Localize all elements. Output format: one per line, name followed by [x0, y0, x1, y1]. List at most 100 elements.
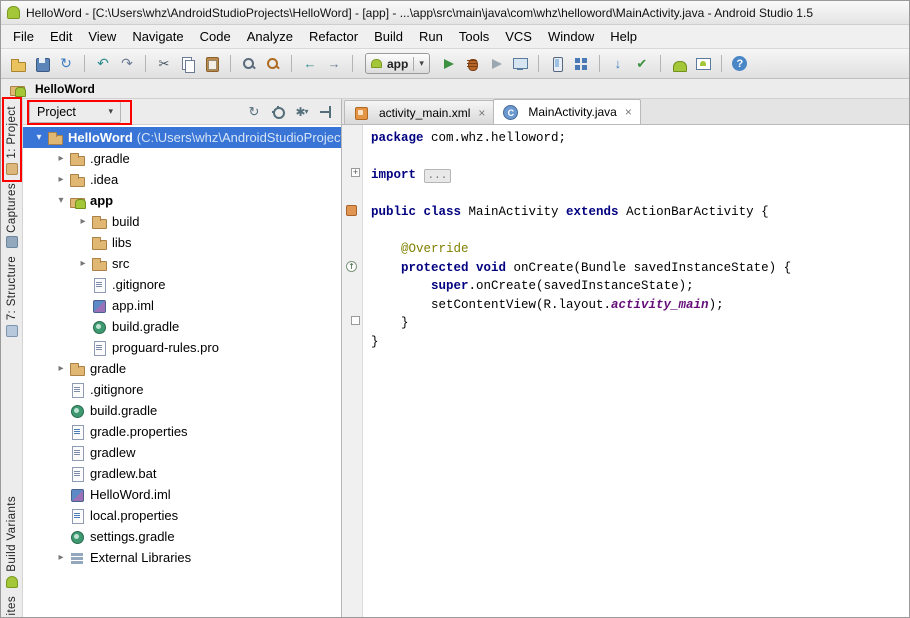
tree-item-proguard-rules-pro[interactable]: proguard-rules.pro — [23, 337, 341, 358]
menu-file[interactable]: File — [5, 27, 42, 46]
locate-icon[interactable] — [269, 102, 287, 121]
tree-item--gradle[interactable]: ▸ .gradle — [23, 148, 341, 169]
tree-item-app[interactable]: ▾ app — [23, 190, 341, 211]
project-panel-toolbar: ↻ ✱ ▾ — [245, 102, 335, 121]
close-icon[interactable]: × — [625, 105, 632, 119]
text-file-icon — [91, 340, 107, 356]
save-button[interactable] — [31, 53, 53, 75]
tree-item-settings-gradle[interactable]: settings.gradle — [23, 526, 341, 547]
main-area: 1: Project Captures 7: Structure Build Vari… — [1, 99, 909, 617]
copy-button[interactable] — [177, 53, 199, 75]
tree-item--gitignore[interactable]: .gitignore — [23, 379, 341, 400]
project-view-dropdown[interactable]: Project ▾ — [29, 100, 121, 123]
collapsed-arrow-icon[interactable]: ▸ — [75, 258, 91, 269]
menu-build[interactable]: Build — [366, 27, 411, 46]
tree-item-app-iml[interactable]: app.iml — [23, 295, 341, 316]
undo-button[interactable]: ↶ — [92, 53, 114, 75]
redo-button[interactable]: ↷ — [116, 53, 138, 75]
tree-item-gradlew-bat[interactable]: gradlew.bat — [23, 463, 341, 484]
coverage-icon — [487, 55, 505, 73]
fold-end-icon[interactable] — [351, 316, 360, 325]
run-configuration-dropdown[interactable]: app ▾ — [365, 53, 430, 74]
tree-item-gradlew[interactable]: gradlew — [23, 442, 341, 463]
text-file-icon — [69, 466, 85, 482]
override-icon[interactable]: ↑ — [346, 260, 357, 272]
tree-item-gradle[interactable]: ▸ gradle — [23, 358, 341, 379]
tree-item-local-properties[interactable]: local.properties — [23, 505, 341, 526]
marker-icon[interactable] — [346, 205, 357, 216]
menu-view[interactable]: View — [80, 27, 124, 46]
tree-item-build-gradle[interactable]: build.gradle — [23, 400, 341, 421]
collapsed-arrow-icon[interactable]: ▸ — [53, 552, 69, 563]
tree-item--gitignore[interactable]: .gitignore — [23, 274, 341, 295]
code-editor[interactable]: package com.whz.helloword; import ... pu… — [363, 125, 909, 617]
vcs-commit-button[interactable]: ✔ — [631, 53, 653, 75]
collapsed-arrow-icon[interactable]: ▸ — [53, 153, 69, 164]
tree-item-label: .gradle — [90, 151, 130, 166]
avd-manager-button[interactable] — [546, 53, 568, 75]
menu-analyze[interactable]: Analyze — [239, 27, 301, 46]
open-button[interactable] — [7, 53, 29, 75]
tree-item-build-gradle[interactable]: build.gradle — [23, 316, 341, 337]
find-button[interactable] — [238, 53, 260, 75]
menu-tools[interactable]: Tools — [451, 27, 497, 46]
chevron-down-icon: ▾ — [108, 106, 113, 116]
coverage-button[interactable] — [485, 53, 507, 75]
collapsed-arrow-icon[interactable]: ▸ — [75, 216, 91, 227]
replace-button[interactable] — [262, 53, 284, 75]
tree-item-helloword[interactable]: ▾ HelloWord (C:\Users\whz\AndroidStudioPr… — [23, 127, 341, 148]
code-line: setContentView(R.layout.activity_main); — [371, 297, 724, 312]
menu-refactor[interactable]: Refactor — [301, 27, 366, 46]
menu-run[interactable]: Run — [411, 27, 451, 46]
android-icon — [371, 59, 382, 68]
tool-button-structure[interactable]: 7: Structure — [5, 256, 18, 337]
breadcrumb[interactable]: HelloWord — [35, 82, 95, 96]
hide-icon[interactable] — [317, 103, 335, 121]
vcs-update-button[interactable]: ↓ — [607, 53, 629, 75]
back-button[interactable]: ← — [299, 53, 321, 75]
collapsed-arrow-icon[interactable]: ▸ — [53, 174, 69, 185]
run-button[interactable] — [437, 53, 459, 75]
menu-help[interactable]: Help — [602, 27, 645, 46]
tab-mainactivity-java[interactable]: MainActivity.java × — [493, 99, 641, 124]
settings-icon[interactable]: ✱ ▾ — [293, 103, 311, 121]
gradle-sync-button[interactable] — [668, 53, 690, 75]
tool-button-favorites[interactable]: ites — [6, 596, 18, 616]
expanded-arrow-icon[interactable]: ▾ — [53, 195, 69, 206]
tree-item-gradle-properties[interactable]: gradle.properties — [23, 421, 341, 442]
tool-button-build-variants[interactable]: Build Variants — [5, 496, 18, 588]
sdk-manager-button[interactable] — [570, 53, 592, 75]
menu-edit[interactable]: Edit — [42, 27, 80, 46]
collapsed-arrow-icon[interactable]: ▸ — [53, 363, 69, 374]
tab-activity-main-xml[interactable]: activity_main.xml × — [344, 100, 495, 124]
expanded-arrow-icon[interactable]: ▾ — [31, 132, 47, 143]
tree-item-src[interactable]: ▸ src — [23, 253, 341, 274]
help-button[interactable]: ? — [729, 53, 751, 75]
tool-button-captures[interactable]: Captures — [5, 183, 18, 249]
tree-item-label: libs — [112, 235, 132, 250]
iml-file-icon — [69, 487, 85, 503]
tree-item-helloword-iml[interactable]: HelloWord.iml — [23, 484, 341, 505]
cut-button[interactable]: ✂ — [153, 53, 175, 75]
tree-item-libs[interactable]: libs — [23, 232, 341, 253]
tool-button-project[interactable]: 1: Project — [5, 106, 18, 175]
android-studio-window: HelloWord - [C:\Users\whz\AndroidStudioP… — [0, 0, 910, 618]
menu-navigate[interactable]: Navigate — [124, 27, 191, 46]
forward-button[interactable]: → — [323, 53, 345, 75]
menu-vcs[interactable]: VCS — [497, 27, 540, 46]
title-bar: HelloWord - [C:\Users\whz\AndroidStudioP… — [1, 1, 909, 25]
tree-item-build[interactable]: ▸ build — [23, 211, 341, 232]
device-monitor-button[interactable] — [692, 53, 714, 75]
menu-window[interactable]: Window — [540, 27, 602, 46]
tree-item-path: (C:\Users\whz\AndroidStudioProjects\Hell… — [136, 130, 341, 145]
tree-item--idea[interactable]: ▸ .idea — [23, 169, 341, 190]
refresh-icon[interactable]: ↻ — [245, 103, 263, 121]
tree-item-external-libraries[interactable]: ▸ External Libraries — [23, 547, 341, 568]
paste-button[interactable] — [201, 53, 223, 75]
attach-debugger-button[interactable] — [509, 53, 531, 75]
debug-button[interactable] — [461, 53, 483, 75]
fold-plus-icon[interactable]: + — [351, 168, 360, 177]
close-icon[interactable]: × — [478, 106, 485, 120]
menu-code[interactable]: Code — [192, 27, 239, 46]
sync-button[interactable]: ↻ — [55, 53, 77, 75]
